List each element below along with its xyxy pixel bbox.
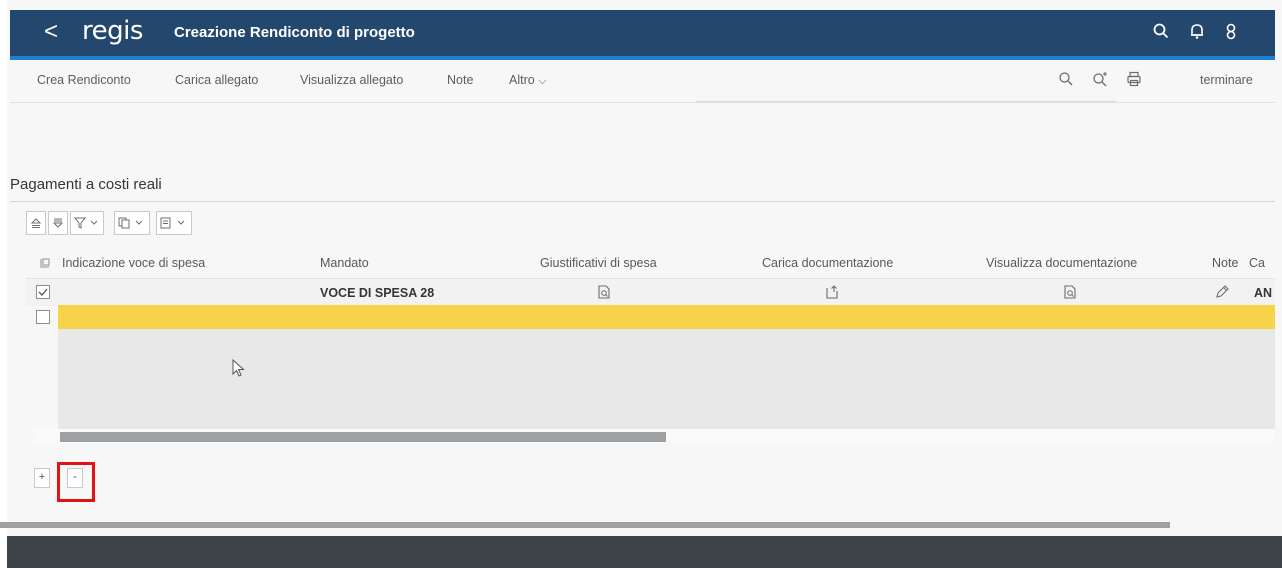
export-icon [160, 217, 185, 229]
export-menu-button[interactable] [156, 211, 192, 235]
footer-bar [7, 536, 1282, 568]
selected-row-highlight [58, 305, 1275, 329]
column-carica-documentazione[interactable]: Carica documentazione [762, 256, 893, 270]
copy-menu-button[interactable] [114, 211, 150, 235]
zoom-in-icon[interactable] [1092, 71, 1110, 89]
horizontal-scrollbar-thumb[interactable] [60, 432, 666, 442]
carica-allegato-button[interactable]: Carica allegato [175, 73, 258, 87]
table-row[interactable]: VOCE DI SPESA 28 AN [26, 278, 1275, 306]
highlight-annotation-box [57, 462, 95, 502]
copy-icon [118, 217, 143, 229]
cell-ca: AN [1254, 286, 1273, 300]
add-row-button[interactable]: + [34, 468, 50, 488]
toolbar-divider [696, 101, 1116, 102]
document-search-icon[interactable] [1062, 284, 1078, 303]
visualizza-allegato-button[interactable]: Visualizza allegato [300, 73, 403, 87]
section-title: Pagamenti a costi reali [10, 176, 162, 193]
column-ca[interactable]: Ca [1249, 256, 1265, 270]
mouse-cursor-icon [232, 359, 245, 377]
filter-button[interactable] [70, 211, 104, 235]
chevron-down-icon: ⌵ [538, 75, 547, 87]
column-indicazione-voce-di-spesa[interactable]: Indicazione voce di spesa [62, 256, 205, 270]
column-note[interactable]: Note [1212, 256, 1238, 270]
document-search-icon[interactable] [596, 284, 612, 303]
print-icon[interactable] [1126, 71, 1144, 89]
sort-ascending-icon [30, 218, 42, 228]
search-icon[interactable] [1152, 22, 1172, 42]
terminare-button[interactable]: terminare [1200, 73, 1253, 87]
page-scrollbar[interactable] [0, 522, 1170, 528]
crea-rendiconto-button[interactable]: Crea Rendiconto [37, 73, 131, 87]
filter-icon [74, 217, 98, 229]
page-title: Creazione Rendiconto di progetto [174, 24, 415, 41]
user-icon[interactable] [1222, 22, 1242, 42]
section-divider [10, 201, 1275, 202]
back-button[interactable]: < [44, 18, 58, 46]
shell-header: < regis Creazione Rendiconto di progetto [10, 10, 1275, 60]
column-giustificativi-di-spesa[interactable]: Giustificativi di spesa [540, 256, 657, 270]
sort-descending-icon [52, 218, 64, 228]
edit-note-icon[interactable] [1214, 284, 1230, 303]
select-all-icon[interactable] [40, 257, 50, 271]
note-button[interactable]: Note [447, 73, 473, 87]
table-empty-gutter [26, 329, 58, 429]
table-row[interactable] [26, 305, 1275, 329]
row-checkbox[interactable] [36, 310, 50, 324]
row-checkbox[interactable] [36, 285, 50, 299]
app-logo: regis [82, 16, 143, 46]
column-mandato[interactable]: Mandato [320, 256, 369, 270]
sort-descending-button[interactable] [48, 211, 68, 235]
table-header: Indicazione voce di spesa Mandato Giusti… [26, 248, 1275, 278]
bell-icon[interactable] [1188, 22, 1208, 42]
search-icon[interactable] [1058, 71, 1076, 89]
altro-menu-button[interactable]: Altro ⌵ [509, 73, 547, 88]
sort-ascending-button[interactable] [26, 211, 46, 235]
upload-document-icon[interactable] [824, 284, 840, 303]
main-toolbar: Crea Rendiconto Carica allegato Visualiz… [10, 60, 1275, 103]
checkmark-icon [38, 288, 48, 296]
column-visualizza-documentazione[interactable]: Visualizza documentazione [986, 256, 1137, 270]
cell-mandato: VOCE DI SPESA 28 [320, 286, 435, 300]
table-empty-area [58, 329, 1275, 429]
altro-label: Altro [509, 73, 535, 87]
